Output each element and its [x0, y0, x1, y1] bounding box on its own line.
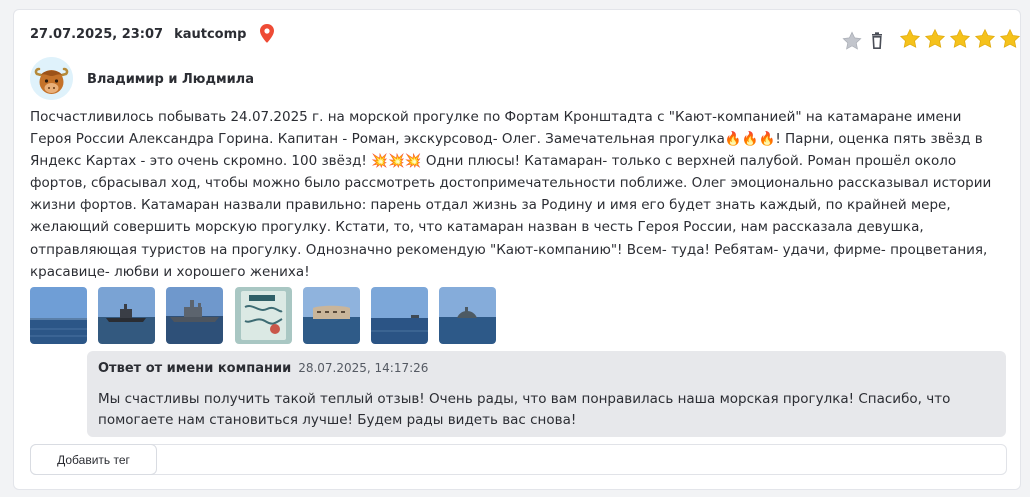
add-tag-button[interactable]: Добавить тег: [30, 444, 157, 475]
review-datetime: 27.07.2025, 23:07: [30, 26, 164, 42]
review-photos: [30, 287, 507, 344]
user-name: Владимир и Людмила: [87, 72, 254, 87]
rating-star-icon: [924, 28, 946, 48]
delete-trash-icon[interactable]: [869, 32, 885, 50]
review-source: kautcomp: [174, 26, 247, 42]
review-actions: [841, 30, 885, 52]
avatar: [30, 57, 73, 100]
island-photo-icon: [439, 287, 497, 344]
reply-datetime: 28.07.2025, 14:17:26: [298, 361, 429, 375]
sea-photo-icon: [30, 287, 87, 344]
review-photo-1[interactable]: [30, 287, 87, 344]
review-photo-6[interactable]: [370, 287, 428, 344]
ship-photo-icon: [98, 287, 156, 344]
favorite-star-icon[interactable]: [841, 30, 863, 52]
map-photo-icon: [234, 287, 292, 344]
sea-horizon-photo-icon: [370, 287, 428, 344]
rating-star-icon: [899, 28, 921, 48]
tag-bar: Добавить тег: [30, 444, 1007, 475]
rating-star-icon: [999, 28, 1021, 48]
rating-star-icon: [949, 28, 971, 48]
review-text: Посчастливилось побывать 24.07.2025 г. н…: [30, 109, 992, 280]
review-card: 27.07.2025, 23:07 kautcomp Владимир и Лю…: [13, 9, 1021, 490]
reply-title: Ответ от имени компании: [98, 361, 292, 376]
warship-photo-icon: [166, 287, 224, 344]
reply-text: Мы счастливы получить такой теплый отзыв…: [98, 391, 951, 428]
company-reply: Ответ от имени компании 28.07.2025, 14:1…: [87, 351, 1006, 437]
location-pin-icon[interactable]: [259, 24, 275, 44]
review-photo-7[interactable]: [439, 287, 497, 344]
review-photo-4[interactable]: [234, 287, 292, 344]
reply-header: Ответ от имени компании 28.07.2025, 14:1…: [98, 361, 428, 376]
rating-star-icon: [974, 28, 996, 48]
review-photo-2[interactable]: [98, 287, 156, 344]
review-photo-5[interactable]: [302, 287, 360, 344]
fort-photo-icon: [302, 287, 360, 344]
rating-stars: [899, 28, 1024, 50]
review-meta: 27.07.2025, 23:07 kautcomp: [30, 24, 275, 44]
review-photo-3[interactable]: [166, 287, 224, 344]
